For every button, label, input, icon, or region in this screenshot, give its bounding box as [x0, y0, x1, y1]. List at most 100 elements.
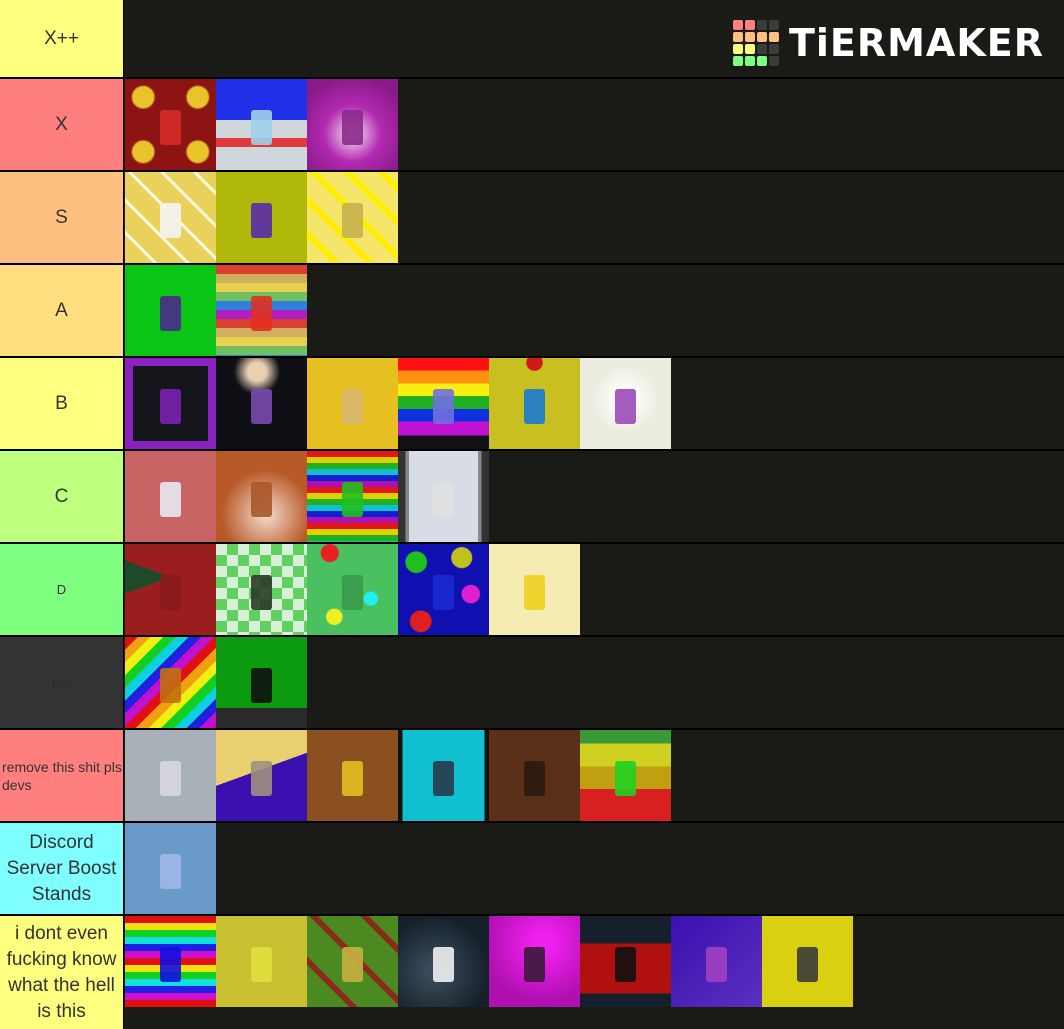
tier-items	[124, 358, 1064, 449]
logo-grid-cell	[756, 32, 767, 42]
logo-grid-cell	[768, 44, 779, 54]
stand-figure-icon	[523, 388, 546, 424]
tier-item-image[interactable]	[216, 265, 307, 356]
tier-item-image[interactable]	[307, 451, 398, 542]
tier-label[interactable]: X	[0, 79, 124, 170]
tier-row: D	[0, 544, 1064, 635]
tier-item-image[interactable]	[398, 916, 489, 1007]
stand-figure-icon	[523, 946, 546, 982]
stand-figure-icon	[341, 388, 364, 424]
tier-item-image[interactable]	[580, 730, 671, 821]
tier-item-image[interactable]	[125, 730, 216, 821]
tier-label[interactable]: i dont even fucking know what the hell i…	[0, 916, 124, 1029]
tier-label[interactable]: D	[0, 544, 124, 635]
tier-item-image[interactable]	[307, 916, 398, 1007]
stand-figure-icon	[341, 202, 364, 238]
tier-item-image[interactable]	[125, 358, 216, 449]
stand-figure-icon	[432, 946, 455, 982]
stand-figure-icon	[159, 295, 182, 331]
tier-item-image[interactable]	[307, 544, 398, 635]
tier-item-image[interactable]	[125, 265, 216, 356]
tier-item-image[interactable]	[216, 172, 307, 263]
tier-row: C	[0, 451, 1064, 542]
stand-figure-icon	[614, 760, 637, 796]
tier-item-image[interactable]	[398, 358, 489, 449]
tier-item-image[interactable]	[216, 637, 307, 728]
logo-grid-icon	[732, 20, 779, 66]
stand-figure-icon	[159, 853, 182, 889]
stand-figure-icon	[614, 388, 637, 424]
tier-item-image[interactable]	[489, 358, 580, 449]
tiermaker-logo: TiERMAKER	[732, 20, 1044, 66]
tier-item-image[interactable]	[671, 916, 762, 1007]
stand-figure-icon	[159, 202, 182, 238]
tier-item-image[interactable]	[762, 916, 853, 1007]
tier-item-image[interactable]	[307, 358, 398, 449]
logo-grid-cell	[732, 20, 743, 30]
tier-items	[124, 823, 1064, 914]
stand-figure-icon	[159, 946, 182, 982]
tier-label[interactable]: X++	[0, 0, 124, 77]
logo-grid-cell	[768, 20, 779, 30]
stand-figure-icon	[796, 946, 819, 982]
tier-item-image[interactable]	[216, 358, 307, 449]
stand-figure-icon	[159, 667, 182, 703]
stand-figure-icon	[250, 667, 273, 703]
logo-text: TiERMAKER	[788, 21, 1044, 65]
tier-item-image[interactable]	[398, 730, 489, 821]
tier-item-image[interactable]	[125, 916, 216, 1007]
tier-item-image[interactable]	[125, 451, 216, 542]
stand-figure-icon	[341, 109, 364, 145]
tier-item-image[interactable]	[216, 544, 307, 635]
stand-figure-icon	[250, 481, 273, 517]
stand-figure-icon	[341, 481, 364, 517]
logo-grid-cell	[756, 44, 767, 54]
tier-items	[124, 265, 1064, 356]
tier-label[interactable]: B	[0, 358, 124, 449]
tier-item-image[interactable]	[489, 730, 580, 821]
tier-item-image[interactable]	[489, 544, 580, 635]
stand-figure-icon	[159, 109, 182, 145]
tier-item-image[interactable]	[398, 544, 489, 635]
tier-items	[124, 544, 1064, 635]
tier-items	[124, 451, 1064, 542]
tier-label[interactable]: Discord Server Boost Stands	[0, 823, 124, 914]
tier-row: B	[0, 358, 1064, 449]
tier-item-image[interactable]	[125, 79, 216, 170]
stand-figure-icon	[432, 574, 455, 610]
tier-row: S	[0, 172, 1064, 263]
tier-item-image[interactable]	[216, 730, 307, 821]
tier-label[interactable]: F---	[0, 637, 124, 728]
tier-item-image[interactable]	[398, 451, 489, 542]
tier-item-image[interactable]	[580, 358, 671, 449]
stand-figure-icon	[159, 574, 182, 610]
tier-item-image[interactable]	[489, 916, 580, 1007]
stand-figure-icon	[159, 481, 182, 517]
tier-item-image[interactable]	[216, 916, 307, 1007]
stand-figure-icon	[432, 760, 455, 796]
tier-item-image[interactable]	[580, 916, 671, 1007]
tier-label[interactable]: remove this shit pls devs	[0, 730, 124, 821]
tier-row: Discord Server Boost Stands	[0, 823, 1064, 914]
tier-label[interactable]: A	[0, 265, 124, 356]
tier-item-image[interactable]	[216, 451, 307, 542]
tier-item-image[interactable]	[216, 79, 307, 170]
logo-grid-cell	[744, 32, 755, 42]
stand-figure-icon	[341, 760, 364, 796]
tier-item-image[interactable]	[307, 730, 398, 821]
tier-label[interactable]: C	[0, 451, 124, 542]
stand-figure-icon	[250, 202, 273, 238]
logo-grid-cell	[756, 20, 767, 30]
tier-item-image[interactable]	[125, 637, 216, 728]
logo-grid-cell	[744, 44, 755, 54]
logo-grid-cell	[732, 56, 743, 66]
tier-item-image[interactable]	[125, 172, 216, 263]
tier-row: remove this shit pls devs	[0, 730, 1064, 821]
tier-item-image[interactable]	[125, 823, 216, 914]
logo-grid-cell	[768, 56, 779, 66]
tier-label[interactable]: S	[0, 172, 124, 263]
tier-item-image[interactable]	[125, 544, 216, 635]
tier-item-image[interactable]	[307, 172, 398, 263]
tier-item-image[interactable]	[307, 79, 398, 170]
stand-figure-icon	[341, 946, 364, 982]
